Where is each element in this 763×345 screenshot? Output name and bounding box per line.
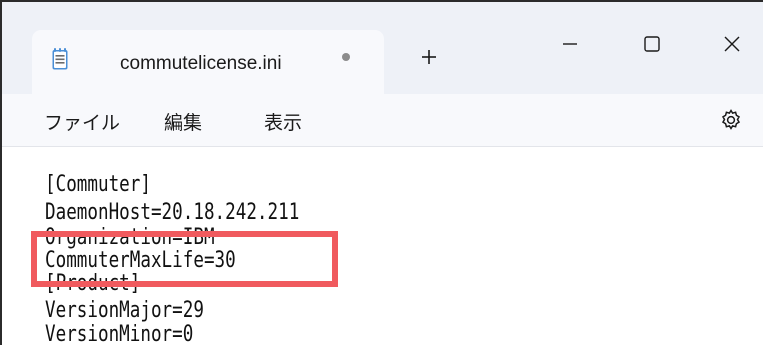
close-icon[interactable]: [710, 26, 754, 70]
plus-icon[interactable]: [416, 44, 442, 70]
menu-view[interactable]: 表示: [264, 108, 302, 135]
tab-title: commutelicense.ini: [120, 53, 282, 74]
notepad-window: commutelicense.ini ファイル 編集 表示 [Commuter]…: [0, 0, 763, 345]
menu-edit[interactable]: 編集: [164, 108, 202, 135]
notepad-file-icon: [52, 48, 68, 70]
title-bar: commutelicense.ini: [2, 2, 763, 94]
editor-text-area[interactable]: [Commuter] DaemonHost=20.18.242.211 Orga…: [2, 147, 763, 345]
unsaved-dot-icon[interactable]: [342, 53, 350, 61]
menu-bar: ファイル 編集 表示: [2, 94, 763, 147]
editor-line: VersionMinor=0: [45, 322, 194, 345]
gear-icon[interactable]: [718, 107, 744, 133]
menu-file[interactable]: ファイル: [44, 108, 120, 135]
minimize-icon[interactable]: [548, 26, 592, 70]
maximize-icon[interactable]: [630, 26, 674, 70]
highlight-box: [31, 231, 338, 287]
editor-line: DaemonHost=20.18.242.211: [45, 200, 300, 225]
editor-line: VersionMajor=29: [45, 298, 204, 323]
editor-line: [Commuter]: [45, 172, 151, 197]
tab-commutelicense[interactable]: commutelicense.ini: [32, 30, 384, 94]
